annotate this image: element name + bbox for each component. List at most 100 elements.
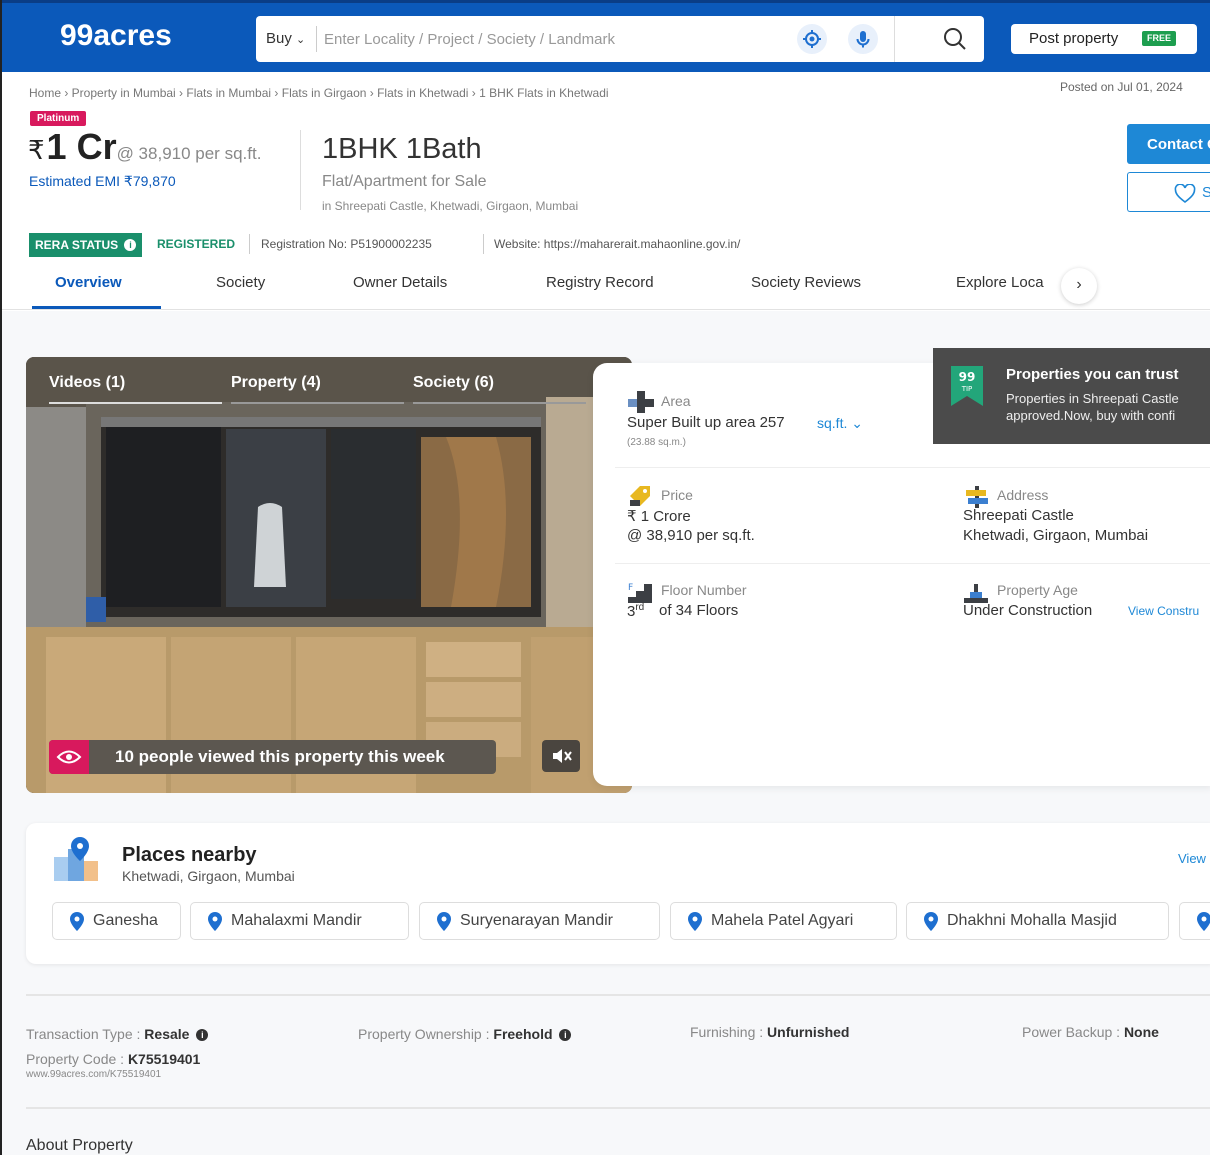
tab-society[interactable]: Society	[216, 274, 265, 291]
tab-society-reviews[interactable]: Society Reviews	[751, 274, 861, 291]
place-name: Dhakhni Mohalla Masjid	[947, 912, 1117, 929]
eye-icon	[49, 740, 89, 774]
breadcrumb[interactable]: Home › Property in Mumbai › Flats in Mum…	[29, 86, 609, 100]
transaction-type: Transaction Type : Resale i	[26, 1026, 209, 1042]
address-signpost-icon	[966, 486, 988, 508]
shortlist-label: Shortlist	[1202, 184, 1210, 201]
divider	[300, 130, 301, 210]
listing-location: in Shreepati Castle, Khetwadi, Girgaon, …	[322, 199, 579, 213]
rera-status-label: RERA STATUS	[35, 238, 119, 252]
price-tag-icon	[630, 486, 650, 506]
place-chip[interactable]	[1179, 902, 1210, 940]
floor-value: of 34 Floors	[659, 602, 739, 619]
property-code: Property Code : K75519401	[26, 1051, 200, 1067]
media-tab-underline	[231, 402, 404, 404]
info-icon[interactable]: i	[196, 1029, 209, 1041]
place-chip[interactable]: Mahela Patel Agyari	[670, 902, 897, 940]
trust-text: Properties in Shreepati Castle approved.N…	[1006, 390, 1179, 424]
power-backup: Power Backup : None	[1022, 1024, 1159, 1040]
place-name: Ganesha	[93, 912, 158, 929]
emi-link[interactable]: Estimated EMI ₹79,870	[29, 173, 176, 190]
tip-badge-label: TIP	[961, 385, 973, 393]
area-unit-dropdown[interactable]: sq.ft. ⌄	[817, 415, 863, 432]
rera-registration-number: Registration No: P51900002235	[261, 237, 432, 251]
tip-badge-number: 99	[959, 370, 976, 384]
trust-line1: Properties in Shreepati Castle	[1006, 391, 1179, 406]
search-input[interactable]	[324, 24, 784, 54]
price-detail-sub: @ 38,910 per sq.ft.	[627, 527, 755, 544]
location-pin-icon	[208, 912, 222, 931]
price-value: 1 Cr	[46, 126, 117, 167]
place-chip[interactable]: Suryenarayan Mandir	[419, 902, 660, 940]
microphone-icon[interactable]	[848, 24, 878, 54]
media-tab-society[interactable]: Society (6)	[413, 374, 494, 392]
rera-website[interactable]: Website: https://maharerait.mahaonline.g…	[494, 237, 740, 251]
shortlist-button[interactable]: Shortlist	[1127, 172, 1210, 212]
locate-icon[interactable]	[797, 24, 827, 54]
media-tab-property[interactable]: Property (4)	[231, 374, 321, 392]
about-property-heading: About Property	[26, 1137, 133, 1154]
chevron-right-icon[interactable]: ›	[1061, 268, 1097, 304]
divider	[615, 563, 1210, 564]
info-icon[interactable]: i	[124, 239, 137, 251]
view-all-link[interactable]: View	[1178, 851, 1206, 866]
places-title: Places nearby	[122, 844, 257, 866]
media-tab-videos[interactable]: Videos (1)	[49, 374, 125, 392]
floor-icon: F	[628, 583, 652, 603]
tab-overview[interactable]: Overview	[55, 274, 122, 291]
contact-owner-button[interactable]: Contact Owner	[1127, 124, 1210, 164]
divider	[615, 467, 1210, 468]
floor-label: Floor Number	[661, 582, 747, 598]
city-map-icon	[54, 837, 98, 881]
tip-badge-icon: 99TIP	[951, 366, 983, 406]
place-chip[interactable]: Dhakhni Mohalla Masjid	[906, 902, 1169, 940]
place-name: Mahalaxmi Mandir	[231, 912, 362, 929]
property-ownership: Property Ownership : Freehold i	[358, 1026, 572, 1042]
floor-number: 3rd	[627, 602, 644, 620]
divider	[316, 26, 317, 52]
divider	[26, 1107, 1210, 1109]
view-construction-link[interactable]: View Constru	[1128, 604, 1199, 618]
places-nearby-card: Places nearby Khetwadi, Girgaon, Mumbai …	[26, 823, 1210, 964]
divider	[249, 234, 250, 254]
tab-explore-locality[interactable]: Explore Loca	[956, 274, 1044, 291]
buy-dropdown[interactable]: Buy ⌄	[266, 30, 305, 47]
chevron-down-icon: ⌄	[296, 34, 306, 46]
chevron-down-icon: ⌄	[851, 415, 863, 431]
place-name: Mahela Patel Agyari	[711, 912, 854, 929]
area-unit-label: sq.ft.	[817, 415, 848, 431]
post-property-label: Post property	[1029, 30, 1119, 47]
ownership-value: Freehold	[493, 1026, 553, 1042]
divider	[26, 994, 1210, 996]
tab-registry-record[interactable]: Registry Record	[546, 274, 654, 291]
price-per-sqft: @ 38,910 per sq.ft.	[116, 144, 262, 163]
platinum-badge: Platinum	[30, 111, 87, 126]
address-line2: Khetwadi, Girgaon, Mumbai	[963, 527, 1149, 544]
search-icon[interactable]	[942, 26, 968, 57]
heart-icon	[1174, 184, 1196, 204]
mute-icon[interactable]	[542, 740, 580, 772]
place-chip[interactable]: Ganesha	[52, 902, 181, 940]
area-icon	[628, 391, 654, 413]
floor-suffix: rd	[635, 602, 645, 613]
code-label: Property Code :	[26, 1051, 128, 1067]
price-detail-value: ₹ 1 Crore	[627, 508, 691, 525]
top-header: 99acres Buy ⌄ Post property FREE	[2, 0, 1210, 72]
property-media-gallery[interactable]: Videos (1) Property (4) Society (6) 10 p…	[26, 357, 632, 793]
currency-symbol: ₹	[28, 135, 45, 165]
logo[interactable]: 99acres	[60, 19, 172, 53]
listing-title: 1BHK 1Bath	[322, 133, 482, 165]
transaction-value: Resale	[144, 1026, 190, 1042]
media-tab-underline	[413, 402, 586, 404]
furnishing-label: Furnishing :	[690, 1024, 768, 1040]
info-icon[interactable]: i	[559, 1029, 572, 1041]
place-chip[interactable]: Mahalaxmi Mandir	[190, 902, 409, 940]
property-code-url[interactable]: www.99acres.com/K75519401	[26, 1069, 161, 1080]
tab-owner-details[interactable]: Owner Details	[353, 274, 447, 291]
free-badge: FREE	[1142, 31, 1176, 46]
address-label: Address	[997, 487, 1049, 503]
furnishing-value: Unfurnished	[767, 1024, 850, 1040]
place-name: Suryenarayan Mandir	[460, 912, 613, 929]
address-line1: Shreepati Castle	[963, 507, 1074, 524]
trust-title: Properties you can trust	[1006, 366, 1179, 383]
